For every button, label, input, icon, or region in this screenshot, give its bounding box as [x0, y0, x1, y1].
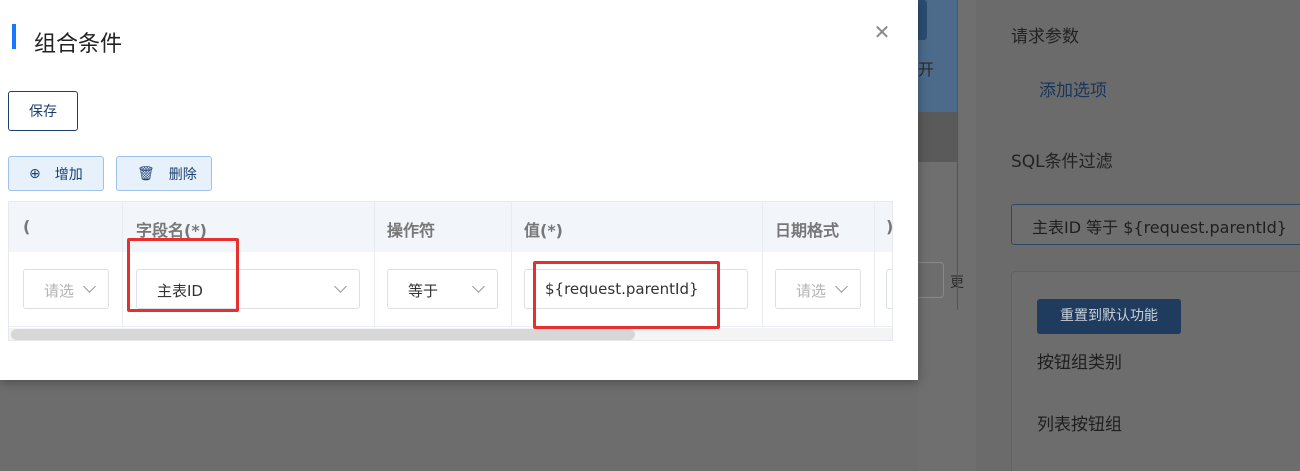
sql-filter-title: SQL条件过滤 [1011, 152, 1113, 172]
title-accent-bar [12, 24, 16, 49]
combined-condition-dialog: 组合条件 ✕ 保存 ⊕ 增加 🗑 删除 ( 字段名(*) 操作符 值(*) 日期… [0, 0, 918, 380]
delete-button-label: 删除 [168, 166, 197, 183]
field-name-select[interactable]: 主表ID [136, 269, 360, 309]
header-open-paren: ( [23, 217, 31, 236]
reset-default-button[interactable]: 重置到默认功能 [1037, 299, 1181, 334]
chevron-down-icon [472, 280, 485, 293]
column-divider [374, 202, 375, 327]
open-paren-select[interactable]: 请选 [23, 269, 109, 309]
add-button[interactable]: ⊕ 增加 [8, 156, 104, 191]
scrollbar-thumb[interactable] [11, 329, 635, 340]
date-format-select[interactable]: 请选 [775, 269, 861, 309]
dialog-title: 组合条件 [34, 32, 123, 57]
row-divider [9, 326, 892, 327]
column-divider [511, 202, 512, 327]
background-page-fragment: 开 更 [914, 0, 976, 471]
open-paren-placeholder: 请选 [44, 282, 75, 300]
background-primary-button [918, 0, 927, 40]
operator-select[interactable]: 等于 [387, 269, 498, 309]
background-input-box [914, 262, 944, 298]
sql-filter-input[interactable]: 主表ID 等于 ${request.parentId} [1011, 204, 1300, 245]
chevron-down-icon [83, 280, 96, 293]
trash-icon: 🗑 [137, 165, 155, 182]
chevron-down-icon [334, 280, 347, 293]
right-settings-panel: 请求参数 添加选项 SQL条件过滤 主表ID 等于 ${request.pare… [976, 0, 1300, 471]
close-paren-select[interactable] [886, 269, 892, 309]
background-partial-text: 开 [918, 60, 935, 79]
add-option-link[interactable]: 添加选项 [1039, 76, 1107, 101]
plus-circle-icon: ⊕ [29, 165, 41, 182]
header-value: 值(*) [524, 221, 563, 240]
column-divider [874, 202, 875, 327]
request-params-title: 请求参数 [1011, 27, 1079, 47]
date-format-placeholder: 请选 [796, 282, 827, 300]
background-divider [957, 0, 958, 310]
list-button-group-label: 列表按钮组 [1037, 415, 1122, 435]
operator-value: 等于 [408, 282, 439, 300]
header-date-format: 日期格式 [775, 221, 840, 240]
header-field-name: 字段名(*) [136, 221, 207, 240]
close-icon[interactable]: ✕ [872, 21, 892, 43]
value-input[interactable]: ${request.parentId} [524, 269, 748, 309]
header-operator: 操作符 [387, 221, 436, 240]
add-button-label: 增加 [54, 166, 83, 183]
header-close-paren: ) [886, 217, 893, 236]
save-button[interactable]: 保存 [8, 91, 78, 131]
delete-button[interactable]: 🗑 删除 [116, 156, 212, 191]
button-group-category-label: 按钮组类别 [1037, 353, 1122, 373]
field-name-value: 主表ID [157, 282, 203, 300]
background-strip [918, 112, 958, 162]
column-divider [762, 202, 763, 327]
column-divider [122, 202, 123, 327]
condition-table: ( 字段名(*) 操作符 值(*) 日期格式 ) 请选 主表ID 等于 ${re… [8, 201, 893, 341]
chevron-down-icon [835, 280, 848, 293]
